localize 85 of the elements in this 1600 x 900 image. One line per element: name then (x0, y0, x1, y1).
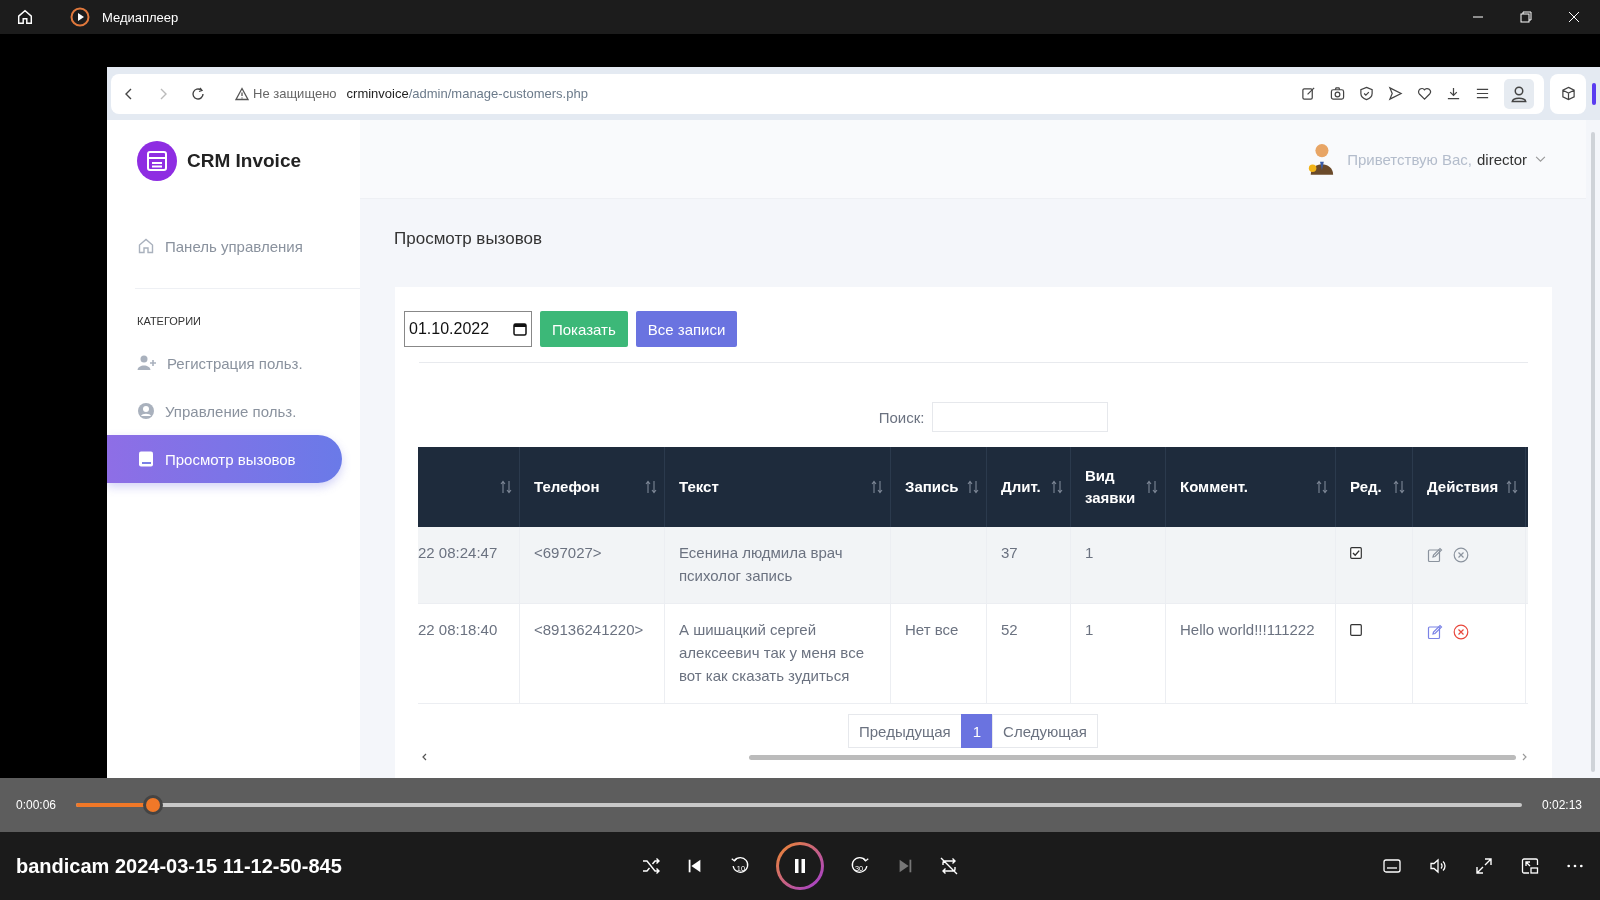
url-text[interactable]: crminvoice/admin/manage-customers.php (346, 86, 588, 101)
warning-icon (235, 86, 249, 101)
user-name[interactable]: director (1476, 150, 1527, 168)
next-button[interactable]: Следующая (992, 714, 1098, 748)
sort-icon[interactable] (1505, 480, 1519, 494)
column-header[interactable]: Запись (905, 475, 959, 499)
add-user-icon (137, 354, 157, 372)
send-icon[interactable] (1388, 86, 1403, 101)
shuffle-icon[interactable] (641, 856, 661, 876)
logo-text: CRM Invoice (187, 150, 302, 172)
mini-player-icon[interactable] (1520, 856, 1540, 876)
action-button[interactable]: Все записи (635, 311, 738, 347)
calendar-icon (513, 322, 527, 336)
cube-icon[interactable] (1560, 86, 1576, 101)
sort-icon[interactable] (1315, 480, 1329, 494)
fullscreen-icon[interactable] (1474, 856, 1494, 876)
menu-icon[interactable] (1475, 86, 1490, 101)
column-header[interactable]: Длит. (1001, 475, 1041, 499)
scroll-right-icon[interactable] (1522, 753, 1528, 761)
table-cell: 1 (1085, 621, 1094, 638)
sidebar-item[interactable]: Просмотр вызовов (107, 435, 342, 483)
checkbox[interactable] (1350, 624, 1362, 636)
sort-icon[interactable] (499, 480, 513, 494)
logo-icon (137, 141, 177, 181)
date-field[interactable]: 01.10.2022 (404, 311, 532, 347)
window-title: Медиаплеер (102, 9, 179, 25)
table-cell: Нет все (905, 621, 959, 638)
scroll-left-icon[interactable] (421, 753, 427, 761)
table-cell: <89136241220> (534, 621, 644, 638)
volume-icon[interactable] (1428, 856, 1448, 876)
column-header[interactable]: Коммент. (1180, 475, 1248, 499)
table-cell: Hello world!!!111222 (1180, 621, 1315, 638)
app-logo-icon (70, 7, 90, 27)
search-field[interactable] (932, 402, 1109, 432)
greeting-text: Приветствую Вас, (1347, 150, 1472, 168)
checkbox[interactable] (1350, 547, 1362, 559)
page-title: Просмотр вызовов (394, 229, 543, 249)
scrollbar-thumb[interactable] (749, 754, 1516, 760)
home-icon[interactable] (16, 8, 34, 26)
security-label: Не защищено (253, 86, 337, 101)
previous-button[interactable]: Предыдущая (848, 714, 962, 748)
column-header[interactable]: Текст (679, 475, 719, 499)
elapsed-time: 0:00:06 (16, 798, 57, 812)
book-icon (137, 450, 155, 468)
column-header[interactable]: Телефон (534, 475, 600, 499)
close-icon[interactable] (1568, 11, 1580, 23)
table-cell: 22 08:24:47 (418, 544, 498, 561)
table-cell: 1 (1085, 544, 1094, 561)
column-header[interactable]: Вид заявки (1085, 464, 1145, 510)
table-cell: Есенина людмила врач психолог запись (679, 544, 843, 584)
delete-icon[interactable] (1453, 624, 1469, 640)
camera-icon[interactable] (1330, 86, 1345, 101)
restore-icon[interactable] (1520, 11, 1532, 23)
table-cell: 22 08:18:40 (418, 621, 498, 638)
table-cell: <697027> (534, 544, 602, 561)
edit-icon[interactable] (1301, 86, 1316, 101)
search-label: Поиск: (878, 408, 925, 426)
table-cell: А шишацкий сергей алексеевич так у меня все вот как сказать зудиться (679, 621, 864, 684)
sort-icon[interactable] (1145, 480, 1159, 494)
delete-icon[interactable] (1453, 547, 1469, 563)
category-heading: КАТЕГОРИИ (136, 314, 202, 329)
home-icon (137, 237, 155, 255)
sort-icon[interactable] (644, 480, 658, 494)
sort-icon[interactable] (870, 480, 884, 494)
table-cell: 52 (1001, 621, 1018, 638)
user-circle-icon (137, 402, 155, 420)
file-name: bandicam 2024-03-15 11-12-50-845 (16, 854, 342, 878)
subtitles-icon[interactable] (1382, 856, 1402, 876)
download-icon[interactable] (1446, 86, 1461, 101)
sort-icon[interactable] (1392, 480, 1406, 494)
column-header[interactable]: Действия (1427, 475, 1499, 499)
scrollbar-thumb[interactable] (1591, 132, 1595, 772)
shield-icon[interactable] (1359, 86, 1374, 101)
profile-icon[interactable] (1504, 78, 1534, 109)
heart-icon[interactable] (1417, 86, 1432, 101)
column-header[interactable]: Ред. (1350, 475, 1382, 499)
user-avatar-icon[interactable] (1307, 142, 1336, 176)
reload-icon[interactable] (191, 86, 205, 101)
total-time: 0:02:13 (1541, 798, 1582, 812)
sort-icon[interactable] (1050, 480, 1064, 494)
seek-bar[interactable] (76, 795, 1522, 815)
repeat-off-icon[interactable] (939, 856, 959, 876)
seek-thumb[interactable] (145, 798, 160, 812)
table-cell: 37 (1001, 544, 1018, 561)
sort-icon[interactable] (966, 480, 980, 494)
